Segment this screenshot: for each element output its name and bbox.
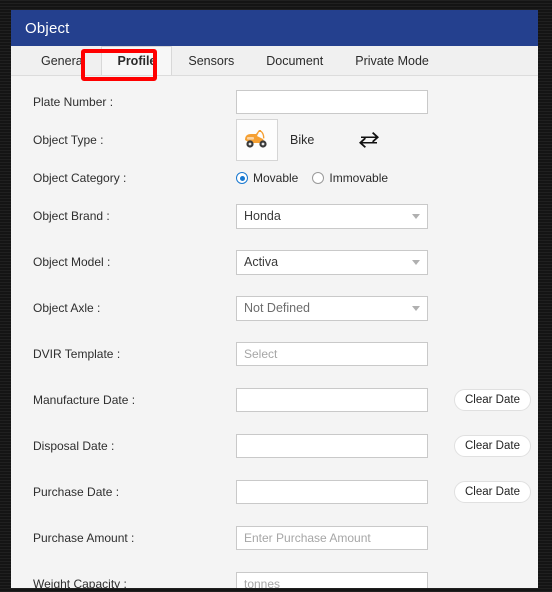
row-purchase-date: Purchase Date : Clear Date bbox=[11, 469, 538, 515]
control-object-axle: Not Defined bbox=[236, 295, 428, 321]
radio-immovable-label: Immovable bbox=[329, 171, 389, 185]
row-disposal-date: Disposal Date : Clear Date bbox=[11, 423, 538, 469]
page-title: Object bbox=[25, 19, 70, 37]
control-dvir-template bbox=[236, 342, 428, 366]
row-purchase-amount: Purchase Amount : bbox=[11, 515, 538, 561]
label-plate-number: Plate Number : bbox=[33, 94, 114, 109]
row-object-category: Object Category : Movable Immovable bbox=[11, 163, 538, 193]
object-axle-value: Not Defined bbox=[244, 301, 311, 315]
screenshot-frame: Object General Profile Sensors Document … bbox=[0, 0, 552, 592]
object-brand-value: Honda bbox=[244, 209, 281, 223]
label-manufacture-date: Manufacture Date : bbox=[33, 392, 136, 407]
clear-purchase-date-button[interactable]: Clear Date bbox=[454, 481, 531, 503]
object-model-value: Activa bbox=[244, 255, 279, 269]
control-disposal-date bbox=[236, 434, 428, 458]
clear-manufacture-date-button[interactable]: Clear Date bbox=[454, 389, 531, 411]
tab-private-mode[interactable]: Private Mode bbox=[339, 46, 445, 75]
object-type-thumbnail[interactable] bbox=[236, 119, 278, 161]
chevron-down-icon bbox=[412, 214, 420, 219]
row-weight-capacity: Weight Capacity : bbox=[11, 561, 538, 588]
row-object-axle: Object Axle : Not Defined bbox=[11, 285, 538, 331]
weight-capacity-input[interactable] bbox=[236, 572, 428, 588]
label-purchase-amount: Purchase Amount : bbox=[33, 530, 135, 545]
row-object-type: Object Type : Bike bbox=[11, 117, 538, 163]
row-manufacture-date: Manufacture Date : Clear Date bbox=[11, 377, 538, 423]
radio-movable[interactable]: Movable bbox=[236, 171, 298, 185]
label-object-category: Object Category : bbox=[33, 170, 127, 185]
radio-immovable-dot bbox=[312, 172, 325, 184]
tab-document[interactable]: Document bbox=[250, 46, 339, 75]
purchase-date-input[interactable] bbox=[236, 480, 428, 504]
disposal-date-input[interactable] bbox=[236, 434, 428, 458]
radio-movable-label: Movable bbox=[253, 171, 299, 185]
label-object-brand: Object Brand : bbox=[33, 208, 110, 223]
radio-immovable[interactable]: Immovable bbox=[312, 171, 388, 185]
object-panel: Object General Profile Sensors Document … bbox=[11, 10, 538, 588]
object-axle-dropdown[interactable]: Not Defined bbox=[236, 295, 428, 321]
radio-movable-dot bbox=[236, 172, 248, 184]
plate-number-input[interactable] bbox=[236, 90, 428, 114]
clear-disposal-date-button[interactable]: Clear Date bbox=[454, 435, 531, 457]
tab-profile[interactable]: Profile bbox=[101, 46, 173, 75]
dvir-template-input[interactable] bbox=[236, 342, 428, 366]
tab-general[interactable]: General bbox=[25, 46, 101, 75]
row-plate-number: Plate Number : bbox=[11, 87, 538, 117]
label-object-axle: Object Axle : bbox=[33, 300, 101, 315]
control-object-brand: Honda bbox=[236, 203, 428, 229]
row-object-model: Object Model : Activa bbox=[11, 239, 538, 285]
tab-sensors[interactable]: Sensors bbox=[172, 46, 250, 75]
swap-arrows-icon[interactable] bbox=[358, 132, 380, 148]
control-object-type: Bike bbox=[236, 119, 380, 161]
control-weight-capacity bbox=[236, 572, 428, 588]
object-brand-dropdown[interactable]: Honda bbox=[236, 203, 428, 229]
chevron-down-icon bbox=[412, 306, 420, 311]
object-model-dropdown[interactable]: Activa bbox=[236, 249, 428, 275]
label-weight-capacity: Weight Capacity : bbox=[33, 576, 127, 588]
control-manufacture-date bbox=[236, 388, 428, 412]
label-object-type: Object Type : bbox=[33, 132, 104, 147]
control-object-model: Activa bbox=[236, 249, 428, 275]
row-dvir-template: DVIR Template : bbox=[11, 331, 538, 377]
scooter-icon bbox=[242, 127, 272, 154]
manufacture-date-input[interactable] bbox=[236, 388, 428, 412]
control-object-category: Movable Immovable bbox=[236, 171, 388, 185]
control-plate-number bbox=[236, 90, 428, 114]
tab-bar: General Profile Sensors Document Private… bbox=[11, 46, 538, 81]
label-disposal-date: Disposal Date : bbox=[33, 438, 115, 453]
label-purchase-date: Purchase Date : bbox=[33, 484, 120, 499]
control-purchase-amount bbox=[236, 526, 428, 550]
row-object-brand: Object Brand : Honda bbox=[11, 193, 538, 239]
profile-form: Plate Number : Object Type : Bike Object… bbox=[11, 76, 538, 588]
window-titlebar: Object bbox=[11, 10, 538, 46]
label-dvir-template: DVIR Template : bbox=[33, 346, 121, 361]
control-purchase-date bbox=[236, 480, 428, 504]
object-type-value: Bike bbox=[290, 133, 315, 147]
chevron-down-icon bbox=[412, 260, 420, 265]
label-object-model: Object Model : bbox=[33, 254, 111, 269]
purchase-amount-input[interactable] bbox=[236, 526, 428, 550]
